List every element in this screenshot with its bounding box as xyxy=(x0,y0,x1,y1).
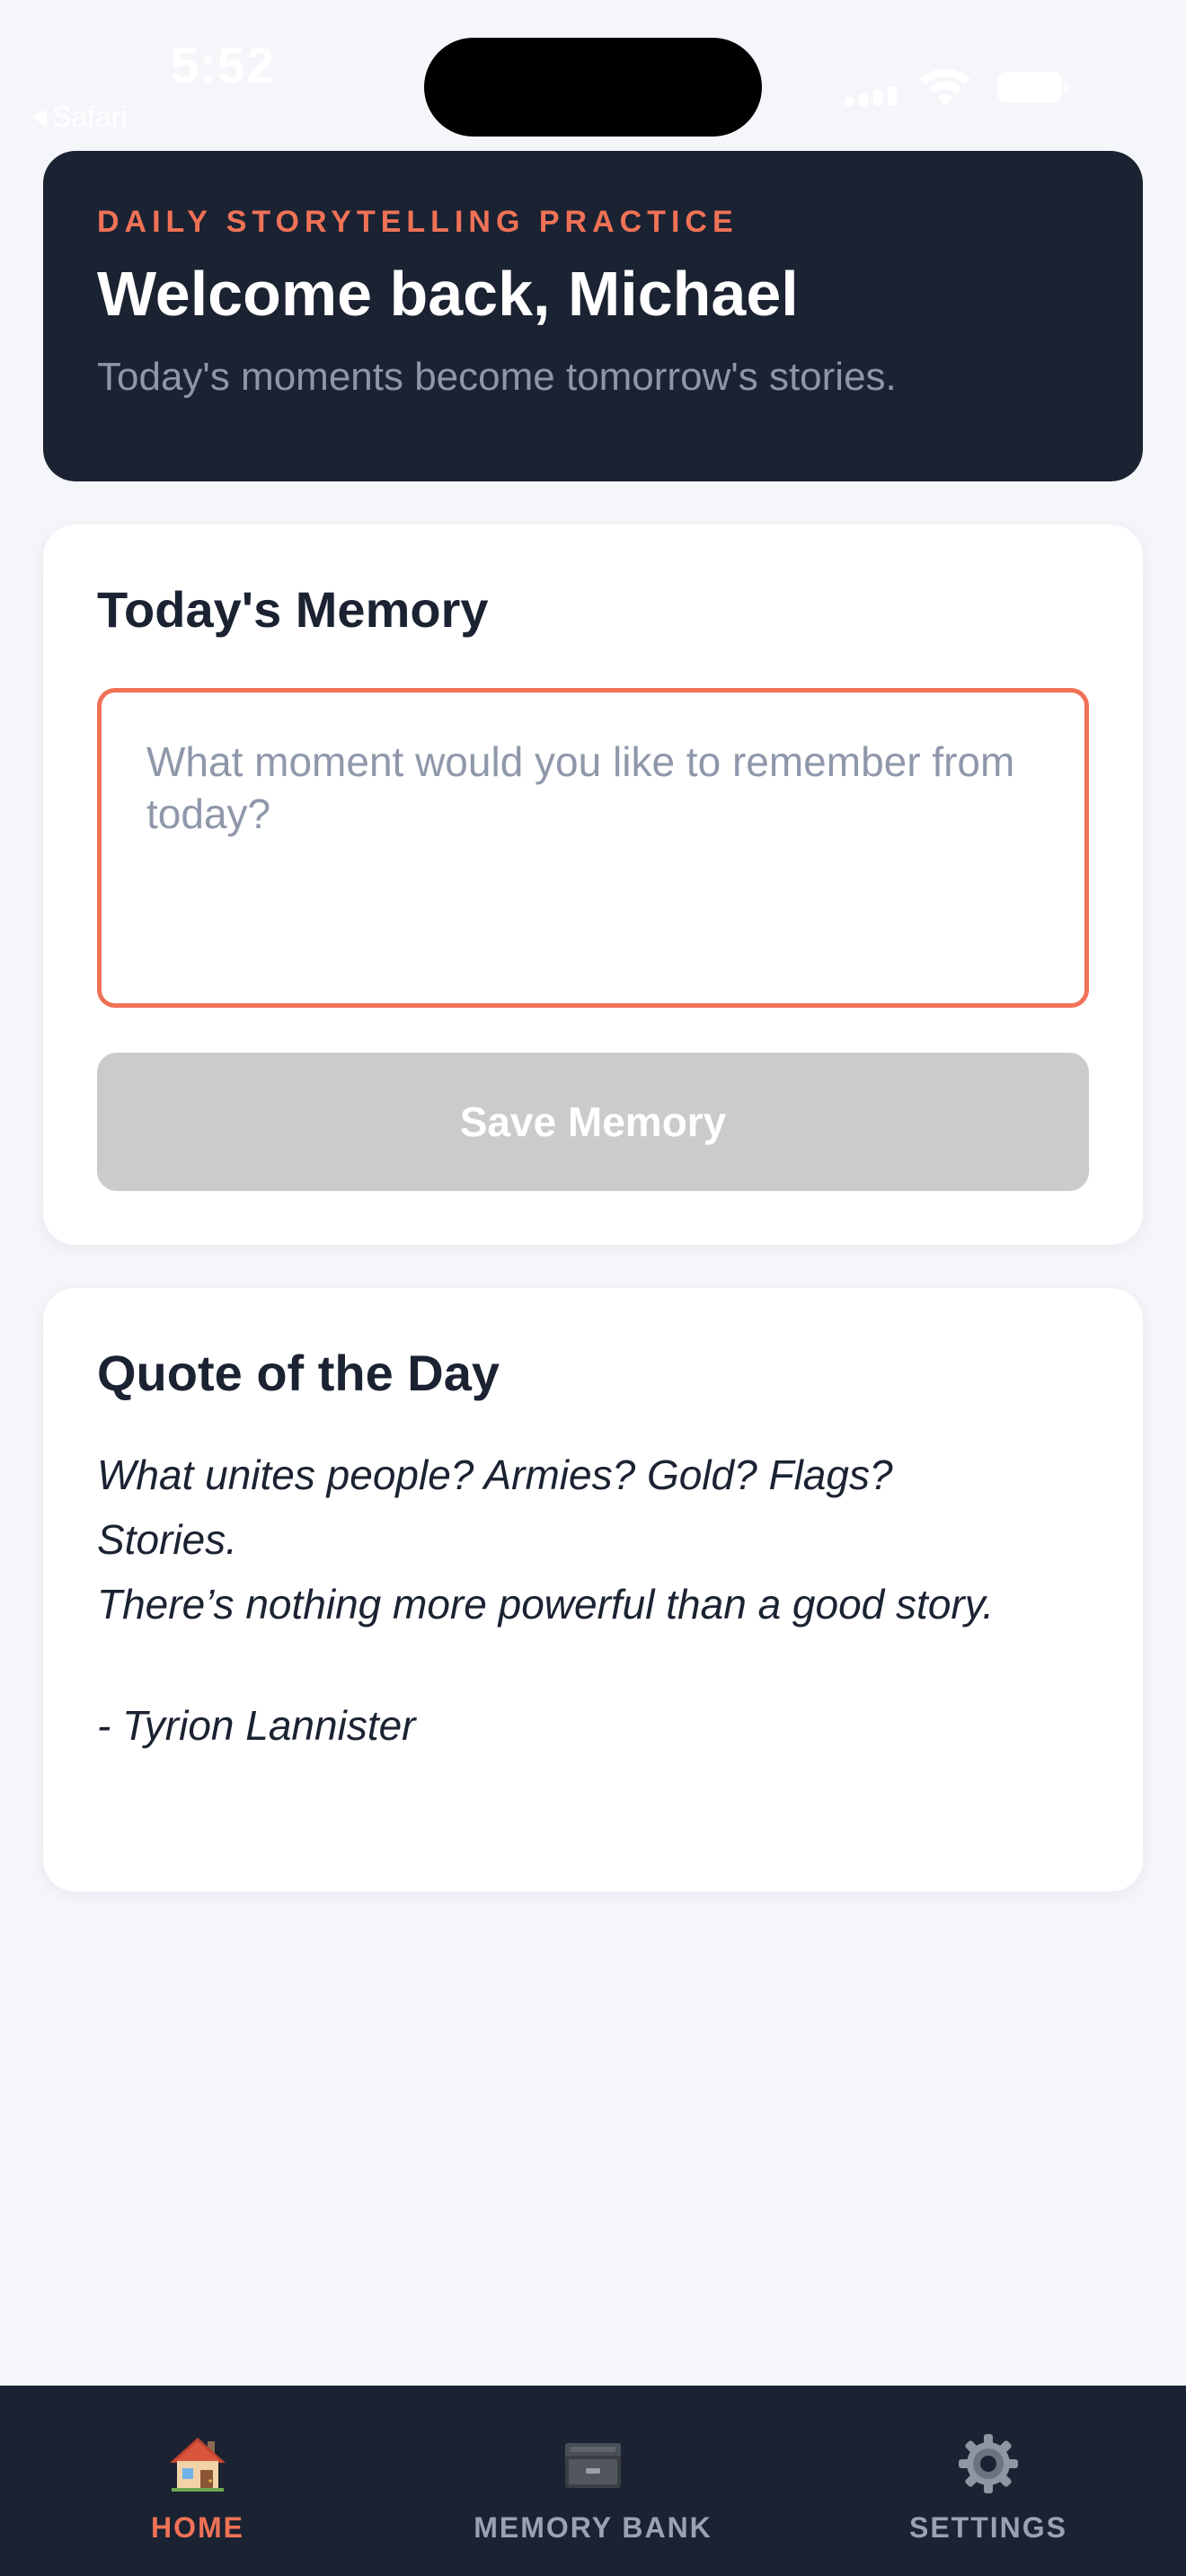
quote-author: - Tyrion Lannister xyxy=(97,1702,416,1749)
file-cabinet-icon xyxy=(565,2443,621,2488)
tab-home[interactable]: HOME xyxy=(0,2386,395,2576)
banner-eyebrow: Daily Storytelling Practice xyxy=(97,205,739,239)
quote-of-the-day-card: Quote of the Day What unites people? Arm… xyxy=(43,1288,1143,1892)
todays-memory-card: Today's Memory Save Memory xyxy=(43,525,1143,1245)
quote-line: Stories. xyxy=(97,1516,237,1563)
save-memory-button[interactable]: Save Memory xyxy=(97,1053,1089,1191)
house-icon xyxy=(170,2438,226,2492)
quote-line: What unites people? Armies? Gold? Flags? xyxy=(97,1451,893,1498)
tab-settings-label: SETTINGS xyxy=(908,2511,1067,2544)
quote-line: There’s nothing more powerful than a goo… xyxy=(97,1581,995,1628)
back-arrow-icon xyxy=(32,108,47,127)
welcome-banner: Daily Storytelling Practice Welcome back… xyxy=(43,151,1143,481)
memory-input[interactable] xyxy=(97,688,1089,1008)
tab-home-label: HOME xyxy=(151,2511,244,2544)
wifi-icon xyxy=(920,68,970,106)
gear-icon xyxy=(959,2434,1018,2493)
welcome-title: Welcome back, Michael xyxy=(97,259,799,329)
quote-text: What unites people? Armies? Gold? Flags?… xyxy=(97,1442,1103,1636)
tab-memory-bank[interactable]: MEMORY BANK xyxy=(395,2386,791,2576)
status-time: 5:52 xyxy=(171,37,276,93)
cellular-signal-icon xyxy=(845,86,897,106)
quote-card-title: Quote of the Day xyxy=(97,1345,500,1401)
tab-settings[interactable]: SETTINGS xyxy=(791,2386,1186,2576)
back-label: Safari xyxy=(52,101,128,133)
dynamic-island xyxy=(424,38,762,137)
tab-memory-bank-label: MEMORY BANK xyxy=(474,2511,712,2544)
welcome-subtitle: Today's moments become tomorrow's storie… xyxy=(97,355,897,399)
back-to-safari-link[interactable]: Safari xyxy=(32,101,128,134)
bottom-tab-bar: HOME MEMORY BANK SETTINGS xyxy=(0,2386,1186,2576)
status-bar: 5:52 Safari xyxy=(0,0,1186,144)
memory-card-title: Today's Memory xyxy=(97,581,489,638)
battery-icon xyxy=(997,72,1069,102)
